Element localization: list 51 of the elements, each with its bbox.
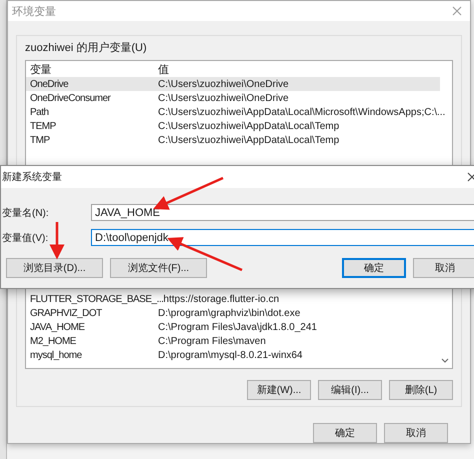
field-label: 变量值(V): — [1, 232, 50, 244]
variable-value: C:\Users\zuozhiwei\OneDrive — [158, 78, 289, 90]
variable-value: C:\Users\zuozhiwei\AppData\Local\Microsoft\WindowsApps;C:\... — [158, 106, 446, 118]
variable-name: OneDrive — [29, 78, 70, 90]
ok-button[interactable]: 确定 — [342, 258, 406, 278]
cancel-button[interactable]: 取消 — [384, 423, 448, 443]
variable-value: D:\program\graphviz\bin\dot.exe — [158, 308, 300, 318]
arrow — [50, 222, 64, 260]
variable-value: C:\Users\zuozhiwei\AppData\Local\Temp — [158, 120, 340, 132]
variable-button[interactable]: 删除(L) — [389, 380, 453, 400]
field-label: 变量名(N): — [1, 206, 50, 220]
variable-name: GRAPHVIZ_DOT — [29, 308, 103, 318]
table-row[interactable]: TEMP C:\Users\zuozhiwei\AppData\Local\Temp — [26, 119, 440, 133]
variable-value: C:\Program Files\maven — [158, 336, 266, 346]
window-title: 环境变量 — [12, 4, 56, 18]
close-icon[interactable] — [467, 172, 474, 182]
variable-value: C:\Users\zuozhiwei\OneDrive — [158, 92, 289, 104]
variable-name: FLUTTER_STORAGE_BASE_... — [29, 294, 164, 304]
variable-value: C:\Users\zuozhiwei\AppData\Local\Temp — [158, 134, 340, 146]
scroll-down-icon[interactable] — [441, 358, 449, 363]
variable-name: M2_HOME — [29, 336, 77, 346]
variable-button[interactable]: 编辑(I)... — [318, 380, 382, 400]
browse-button[interactable]: 浏览目录(D)... — [6, 258, 103, 278]
table-row[interactable]: OneDriveConsumer C:\Users\zuozhiwei\OneDrive — [26, 91, 440, 105]
table-row[interactable]: OneDrive C:\Users\zuozhiwei\OneDrive — [26, 77, 440, 91]
variable-name: JAVA_HOME — [29, 322, 86, 332]
column-header[interactable]: 变量 — [26, 62, 158, 76]
variable-name: TMP — [29, 134, 51, 146]
column-header[interactable]: 值 — [158, 62, 169, 76]
table-row[interactable]: GRAPHVIZ_DOT D:\program\graphviz\bin\dot.exe — [26, 306, 440, 320]
table-row[interactable]: mysql_home D:\program\mysql-8.0.21-winx64 — [26, 348, 440, 362]
cancel-button[interactable]: 取消 — [413, 258, 474, 278]
input-field[interactable]: JAVA_HOME — [91, 204, 474, 221]
dialog-title: 新建系统变量 — [2, 170, 62, 184]
variable-button[interactable]: 新建(W)... — [247, 380, 311, 400]
variable-name: mysql_home — [29, 350, 83, 360]
group-label: zuozhiwei 的用户变量(U) — [25, 40, 148, 55]
variable-value: D:\program\mysql-8.0.21-winx64 — [158, 350, 302, 360]
variable-value: https://storage.flutter-io.cn — [163, 294, 280, 304]
browse-button[interactable]: 浏览文件(F)... — [110, 258, 207, 278]
table-row[interactable]: JAVA_HOME C:\Program Files\Java\jdk1.8.0_241 — [26, 320, 440, 334]
input-field[interactable]: D:\tool\openjdk — [91, 229, 474, 246]
variable-name: OneDriveConsumer — [29, 92, 112, 104]
table-row[interactable]: FLUTTER_STORAGE_BASE_...https://storage.flutter-io.cn — [26, 292, 440, 306]
table-row[interactable]: M2_HOME C:\Program Files\maven — [26, 334, 440, 348]
arrow — [153, 176, 224, 210]
variable-value: C:\Program Files\Java\jdk1.8.0_241 — [158, 322, 317, 332]
variable-name: TEMP — [29, 120, 57, 132]
table-row[interactable]: TMP C:\Users\zuozhiwei\AppData\Local\Temp — [26, 133, 440, 147]
variable-name: Path — [29, 106, 50, 118]
ok-button[interactable]: 确定 — [313, 423, 377, 443]
